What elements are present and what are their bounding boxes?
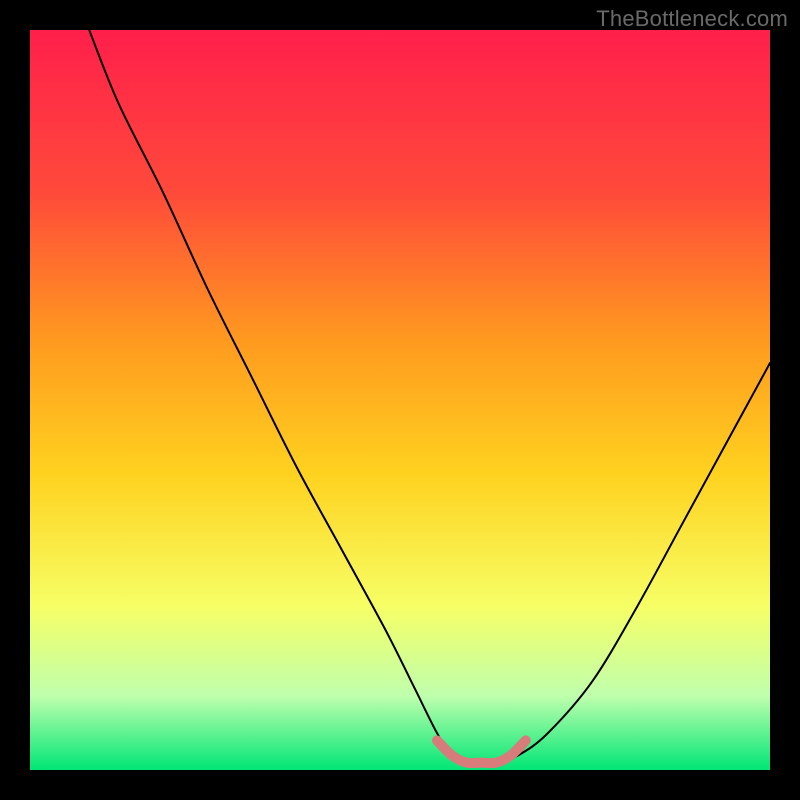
plot-area — [30, 30, 770, 770]
bottleneck-chart — [30, 30, 770, 770]
chart-frame: TheBottleneck.com — [0, 0, 800, 800]
watermark-text: TheBottleneck.com — [596, 6, 788, 32]
